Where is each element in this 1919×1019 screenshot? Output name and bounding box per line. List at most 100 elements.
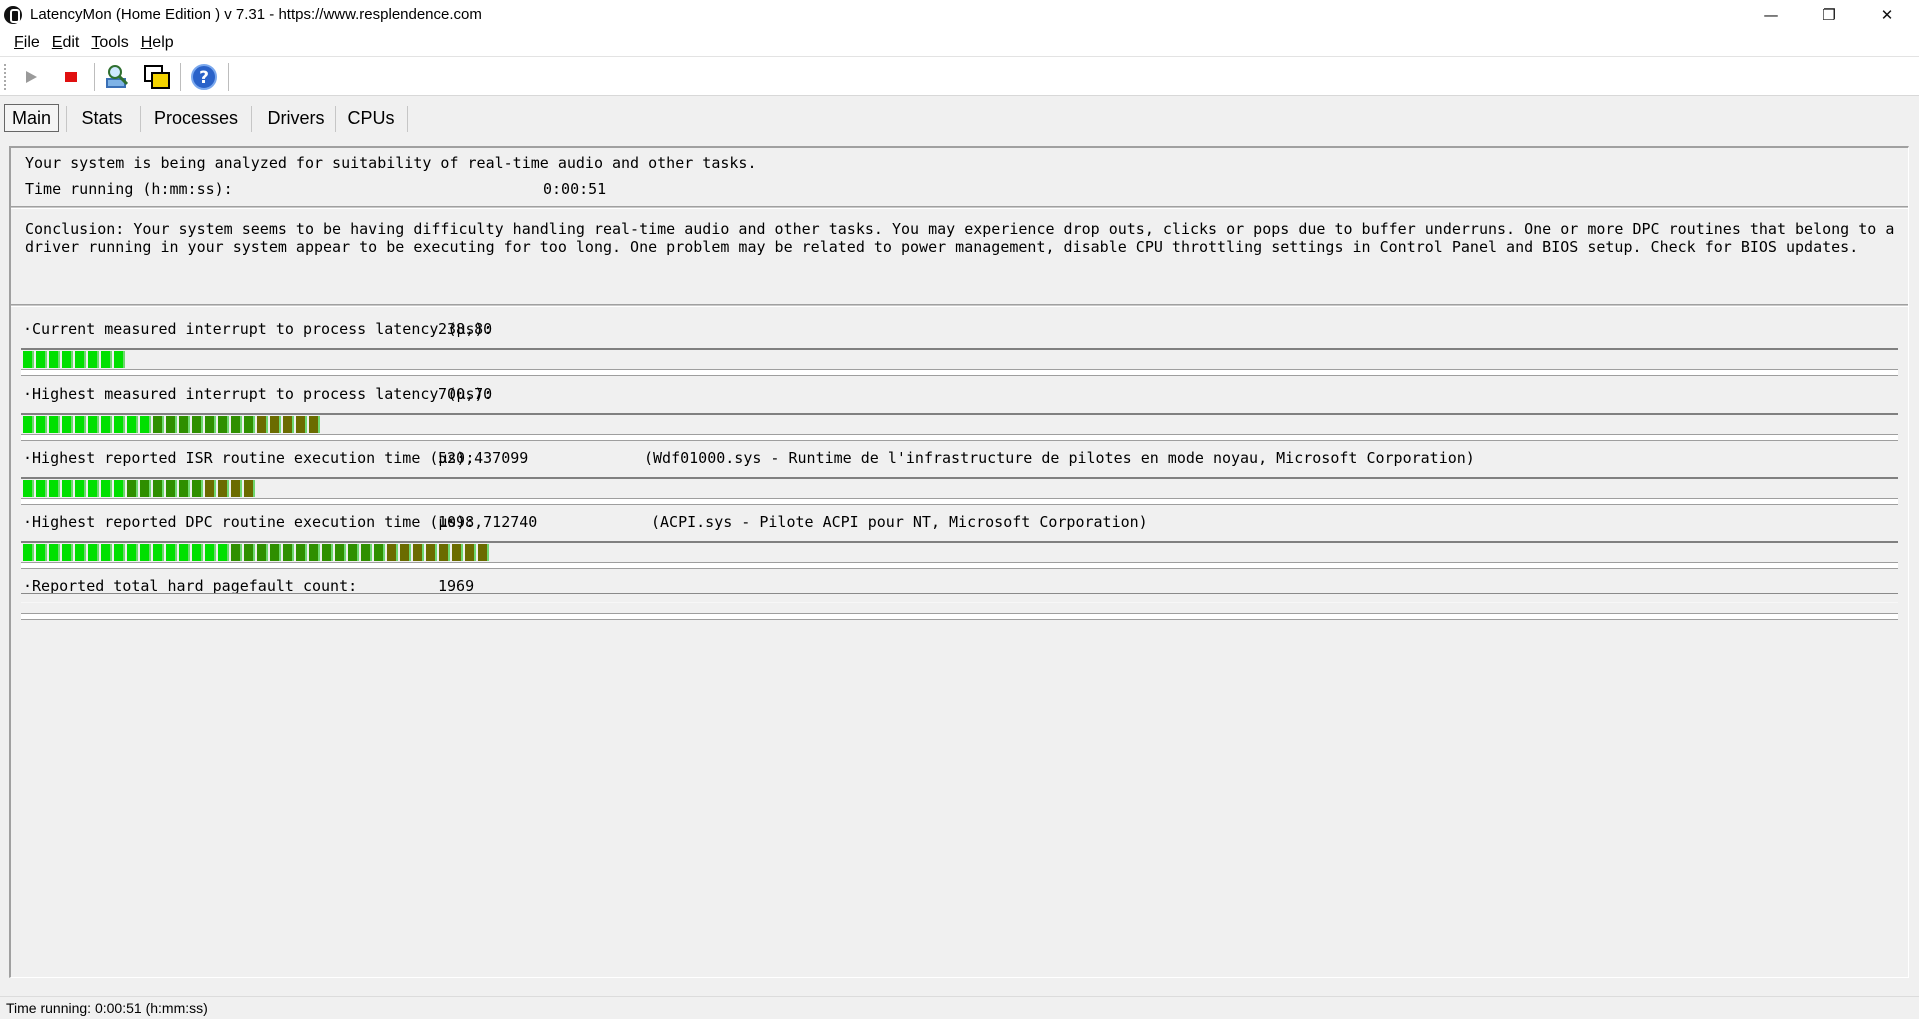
bar-segment — [218, 480, 229, 497]
bar-segment — [23, 480, 34, 497]
title-bar: LatencyMon (Home Edition ) v 7.31 - http… — [0, 0, 1919, 29]
bar-segment — [88, 544, 99, 561]
bar-segment — [166, 480, 177, 497]
bar-segment — [153, 416, 164, 433]
main-panel: Your system is being analyzed for suitab… — [9, 146, 1909, 978]
bar-segment — [426, 544, 437, 561]
bar-segment — [205, 544, 216, 561]
menu-help[interactable]: Help — [135, 34, 180, 52]
bar-segment — [62, 544, 73, 561]
bar-segment — [114, 351, 125, 368]
tab-separator — [140, 106, 141, 132]
metric-row-current-latency: ·Current measured interrupt to process l… — [11, 320, 1908, 384]
bar-segment — [62, 351, 73, 368]
bar-segment — [140, 544, 151, 561]
tab-cpus[interactable]: CPUs — [341, 104, 401, 132]
bar-segment — [62, 416, 73, 433]
tab-stats[interactable]: Stats — [72, 104, 132, 132]
bar-segment — [36, 416, 47, 433]
section-divider — [11, 304, 1908, 307]
metric-value: 520,437099 — [438, 449, 529, 467]
bar-segment — [322, 544, 333, 561]
maximize-icon[interactable]: ❐ — [1800, 0, 1858, 29]
menu-edit[interactable]: Edit — [46, 34, 86, 52]
bar-segment — [23, 416, 34, 433]
toolbar-grip — [4, 64, 6, 90]
menu-tools[interactable]: Tools — [85, 34, 134, 52]
tab-bar: Main Stats Processes Drivers CPUs — [0, 100, 1919, 136]
bar-segment — [166, 416, 177, 433]
bar-segment — [101, 416, 112, 433]
svg-text:?: ? — [199, 68, 209, 88]
tab-processes[interactable]: Processes — [146, 104, 246, 132]
metric-driver-info: (ACPI.sys - Pilote ACPI pour NT, Microso… — [651, 513, 1148, 531]
bar-segment — [114, 544, 125, 561]
bar-segment — [166, 544, 177, 561]
toolbar-separator — [94, 63, 95, 91]
copy-windows-button[interactable] — [142, 63, 172, 91]
play-button[interactable] — [16, 63, 46, 91]
bar-segment — [88, 480, 99, 497]
bar-segment — [244, 544, 255, 561]
close-icon[interactable]: ✕ — [1858, 0, 1916, 29]
latency-bar-fill — [23, 480, 257, 497]
bar-segment — [36, 351, 47, 368]
minimize-icon[interactable]: — — [1742, 0, 1800, 29]
bar-segment — [205, 480, 216, 497]
toolbar-separator — [180, 63, 181, 91]
play-icon — [26, 71, 37, 83]
bar-segment — [296, 544, 307, 561]
menu-bar: File Edit Tools Help — [0, 29, 1919, 57]
tab-separator — [66, 106, 67, 132]
bar-segment — [283, 544, 294, 561]
bar-segment — [75, 480, 86, 497]
bar-segment — [231, 480, 242, 497]
bar-segment — [192, 544, 203, 561]
bar-segment — [361, 544, 372, 561]
help-button[interactable]: ? — [189, 63, 219, 91]
bar-segment — [49, 351, 60, 368]
help-icon: ? — [191, 64, 217, 90]
bar-segment — [400, 544, 411, 561]
bar-segment — [101, 480, 112, 497]
latency-bar-track — [21, 477, 1898, 505]
metric-row-dpc-time: ·Highest reported DPC routine execution … — [11, 513, 1908, 577]
bar-segment — [452, 544, 463, 561]
tab-separator — [407, 106, 408, 132]
search-driver-icon — [106, 65, 129, 88]
bar-segment — [231, 544, 242, 561]
bar-segment — [231, 416, 242, 433]
latency-bar-fill — [23, 544, 491, 561]
search-driver-button[interactable] — [102, 63, 132, 91]
bar-segment — [205, 416, 216, 433]
metric-value: 1098,712740 — [438, 513, 538, 531]
section-divider — [11, 206, 1908, 209]
menu-file[interactable]: File — [8, 34, 46, 52]
bar-segment — [387, 544, 398, 561]
tab-main[interactable]: Main — [4, 104, 59, 132]
bar-segment — [88, 416, 99, 433]
status-text: Time running: 0:00:51 (h:mm:ss) — [6, 1000, 208, 1016]
bar-segment — [140, 480, 151, 497]
bar-segment — [192, 480, 203, 497]
bar-segment — [218, 544, 229, 561]
bar-segment — [179, 544, 190, 561]
bar-segment — [270, 544, 281, 561]
bar-segment — [218, 416, 229, 433]
bar-segment — [49, 544, 60, 561]
bar-segment — [127, 416, 138, 433]
bar-segment — [270, 416, 281, 433]
bar-segment — [478, 544, 489, 561]
tab-separator — [335, 106, 336, 132]
stop-icon — [65, 72, 77, 82]
metric-label: ·Highest reported DPC routine execution … — [23, 513, 475, 531]
tab-drivers[interactable]: Drivers — [257, 104, 335, 132]
bar-segment — [36, 544, 47, 561]
bar-segment — [257, 416, 268, 433]
time-running-value: 0:00:51 — [543, 180, 607, 198]
bar-segment — [244, 480, 255, 497]
bar-segment — [49, 480, 60, 497]
bar-segment — [127, 480, 138, 497]
bar-segment — [413, 544, 424, 561]
stop-button[interactable] — [56, 63, 86, 91]
